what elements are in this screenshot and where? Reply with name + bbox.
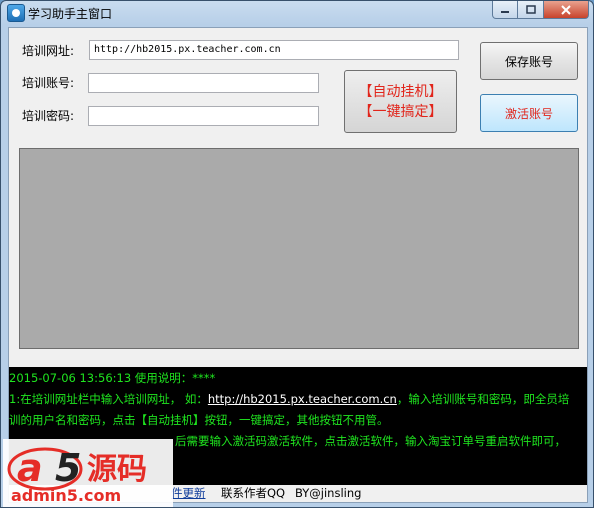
watermark-text: 源码 [87, 452, 147, 487]
watermark-logo: a 5 源码 admin5.com [3, 439, 173, 507]
browser-panel [19, 148, 579, 349]
password-input[interactable] [88, 106, 319, 126]
close-button[interactable] [544, 1, 589, 19]
minimize-button[interactable] [492, 1, 518, 19]
example-url-link[interactable]: http://hb2015.px.teacher.com.cn [208, 392, 397, 406]
auto-hangup-line1: 【自动挂机】 [358, 83, 443, 100]
minimize-icon [501, 10, 509, 13]
log-text: ，输入培训账号和密码，即全员培 [396, 392, 570, 406]
client-area: 培训网址: http://hb2015.px.teacher.com.cn 培训… [8, 27, 588, 503]
account-label: 培训账号: [22, 76, 75, 90]
author-credit: BY@jinsling [295, 486, 362, 500]
close-icon [561, 4, 571, 15]
window-controls [492, 1, 589, 19]
window-title: 学习助手主窗口 [28, 7, 113, 21]
save-account-button[interactable]: 保存账号 [480, 42, 578, 80]
contact-author-link[interactable]: 联系作者QQ [221, 485, 285, 502]
maximize-button[interactable] [518, 1, 544, 19]
auto-hangup-line2: 【一键搞定】 [358, 103, 443, 120]
watermark-5: 5 [55, 446, 81, 490]
log-line: 训的用户名和密码，点击【自动挂机】按钮，一键搞定，其他按钮不用管。 [9, 413, 389, 427]
maximize-icon [525, 4, 536, 14]
watermark-site: admin5.com [11, 486, 121, 505]
auto-hangup-button[interactable]: 【自动挂机】 【一键搞定】 [344, 70, 457, 133]
log-line: 2015-07-06 13:56:13 使用说明：**** [9, 371, 216, 385]
password-label: 培训密码: [22, 109, 75, 123]
account-input[interactable] [88, 73, 319, 93]
log-text: 1:在培训网址栏中输入培训网址， 如： [9, 392, 208, 406]
watermark-a: a [17, 446, 43, 490]
log-line: 1:在培训网址栏中输入培训网址， 如：http://hb2015.px.teac… [9, 389, 587, 410]
app-icon [7, 4, 25, 22]
title-bar[interactable]: 学习助手主窗口 [1, 1, 593, 27]
update-link[interactable]: 件更新 [171, 485, 206, 502]
url-input[interactable]: http://hb2015.px.teacher.com.cn [89, 40, 459, 60]
url-label: 培训网址: [22, 44, 75, 58]
main-window: 学习助手主窗口 培训网址: http://hb2015.px.teacher.c… [0, 0, 594, 508]
activate-account-button[interactable]: 激活账号 [480, 94, 578, 132]
